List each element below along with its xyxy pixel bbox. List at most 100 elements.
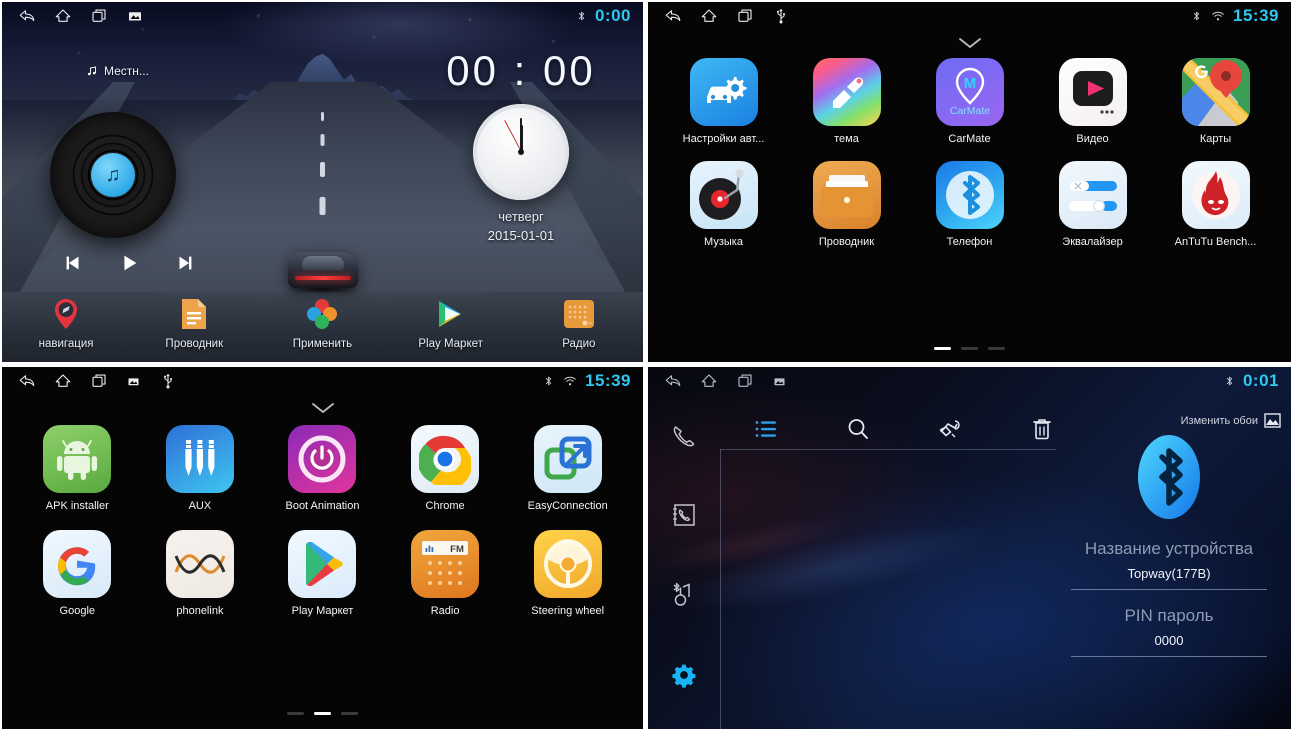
pin-value[interactable]: 0000 (1053, 633, 1285, 648)
chevron-down-icon[interactable] (957, 36, 983, 55)
page-dot[interactable] (961, 347, 978, 350)
music-widget: ♫ (50, 112, 198, 274)
app-equalizer[interactable]: Эквалайзер (1031, 161, 1154, 248)
next-track-button[interactable] (172, 252, 198, 274)
chevron-down-icon[interactable] (310, 401, 336, 420)
app-label: CarMate (948, 133, 991, 145)
app-apk-installer[interactable]: APK installer (16, 425, 139, 512)
back-icon[interactable] (18, 372, 36, 390)
app-play-store[interactable]: Play Маркет (261, 530, 384, 617)
previous-track-button[interactable] (60, 252, 86, 274)
dock-item-file-manager[interactable]: Проводник (139, 294, 249, 350)
app-grid: Настройки авт... тема M CarMate CarMate (648, 58, 1291, 248)
app-label: Эквалайзер (1062, 236, 1123, 248)
screenshot-icon[interactable] (772, 374, 787, 389)
app-label: phonelink (176, 605, 224, 617)
app-radio[interactable]: FM Radio (384, 530, 507, 617)
google-g-icon (43, 530, 112, 598)
page-dot[interactable] (988, 347, 1005, 350)
app-easyconnection[interactable]: EasyConnection (506, 425, 629, 512)
recents-icon[interactable] (90, 372, 108, 390)
app-music[interactable]: Музыка (662, 161, 785, 248)
home-icon[interactable] (700, 7, 718, 25)
status-bar-indicators: 15:39 (1190, 6, 1291, 26)
status-bar-nav-icons (648, 372, 787, 390)
app-label: APK installer (45, 500, 109, 512)
app-phone-bluetooth[interactable]: Телефон (908, 161, 1031, 248)
play-store-icon (396, 294, 506, 334)
bluetooth-phone-icon (935, 161, 1004, 229)
skip-next-icon (179, 256, 192, 270)
dock-item-navigation[interactable]: навигация (11, 294, 121, 350)
screenshot-icon[interactable] (126, 7, 144, 25)
contacts-book-icon[interactable] (671, 502, 697, 533)
play-icon (124, 255, 137, 271)
app-aux[interactable]: AUX (139, 425, 262, 512)
page-dot[interactable] (287, 712, 304, 715)
app-video[interactable]: Видео (1031, 58, 1154, 145)
panel-app-drawer-page-1: 15:39 Настройки авт... тема M CarMate Ca… (648, 2, 1291, 362)
svg-text:M: M (963, 75, 976, 92)
power-icon (288, 425, 357, 493)
dock-item-radio[interactable]: Радио (524, 294, 634, 350)
skip-previous-icon (66, 256, 79, 270)
dock-item-apply[interactable]: Применить (267, 294, 377, 350)
usb-icon[interactable] (159, 372, 177, 390)
radio-icon (524, 294, 634, 334)
page-dot[interactable] (341, 712, 358, 715)
back-icon[interactable] (664, 372, 682, 390)
play-button[interactable] (116, 252, 142, 274)
lane-dash (321, 112, 324, 121)
app-chrome[interactable]: Chrome (384, 425, 507, 512)
app-theme[interactable]: тема (785, 58, 908, 145)
change-wallpaper-button[interactable]: Изменить обои (1181, 413, 1281, 428)
list-icon[interactable] (720, 419, 812, 439)
dock-item-play-store[interactable]: Play Маркет (396, 294, 506, 350)
transport-controls (60, 252, 198, 274)
recents-icon[interactable] (90, 7, 108, 25)
chrome-icon (411, 425, 480, 493)
home-icon[interactable] (54, 372, 72, 390)
clock-widget[interactable]: 00 : 00 четверг 2015-01-01 (441, 50, 601, 244)
home-icon[interactable] (700, 372, 718, 390)
android-icon (43, 425, 112, 493)
car-body (287, 252, 358, 288)
bluetooth-icon (1193, 11, 1200, 21)
app-file-manager[interactable]: Проводник (785, 161, 908, 248)
device-name-value[interactable]: Topway(177B) (1053, 566, 1285, 581)
page-dot[interactable] (314, 712, 331, 715)
app-boot-animation[interactable]: Boot Animation (261, 425, 384, 512)
recents-icon[interactable] (736, 7, 754, 25)
app-google[interactable]: Google (16, 530, 139, 617)
bluetooth-icon (1226, 376, 1233, 386)
status-bar-time: 15:39 (1233, 6, 1279, 25)
screenshot-icon[interactable] (126, 374, 141, 389)
app-steering-wheel[interactable]: Steering wheel (506, 530, 629, 617)
app-maps[interactable]: Карты (1154, 58, 1277, 145)
app-phonelink[interactable]: phonelink (139, 530, 262, 617)
back-icon[interactable] (18, 7, 36, 25)
vinyl-disc[interactable]: ♫ (50, 112, 176, 238)
status-bar-time: 0:00 (594, 6, 631, 25)
phone-dial-icon[interactable] (671, 423, 697, 454)
settings-gear-icon[interactable] (671, 662, 697, 693)
back-icon[interactable] (664, 7, 682, 25)
status-bar: 0:01 (648, 367, 1291, 395)
bluetooth-music-icon[interactable] (671, 581, 697, 614)
app-label: Музыка (704, 236, 743, 248)
pair-hand-icon[interactable] (904, 417, 996, 441)
status-bar-nav-icons (2, 372, 177, 390)
app-label: EasyConnection (527, 500, 608, 512)
app-car-settings[interactable]: Настройки авт... (662, 58, 785, 145)
app-carmate[interactable]: M CarMate CarMate (908, 58, 1031, 145)
status-bar: 15:39 (2, 367, 643, 395)
home-icon[interactable] (54, 7, 72, 25)
usb-icon[interactable] (772, 7, 790, 25)
lane-dash (320, 134, 325, 146)
search-icon[interactable] (812, 417, 904, 441)
page-dot[interactable] (934, 347, 951, 350)
app-antutu[interactable]: AnTuTu Bench... (1154, 161, 1277, 248)
dock-label: навигация (38, 338, 94, 350)
wifi-icon (1212, 11, 1224, 21)
recents-icon[interactable] (736, 372, 754, 390)
